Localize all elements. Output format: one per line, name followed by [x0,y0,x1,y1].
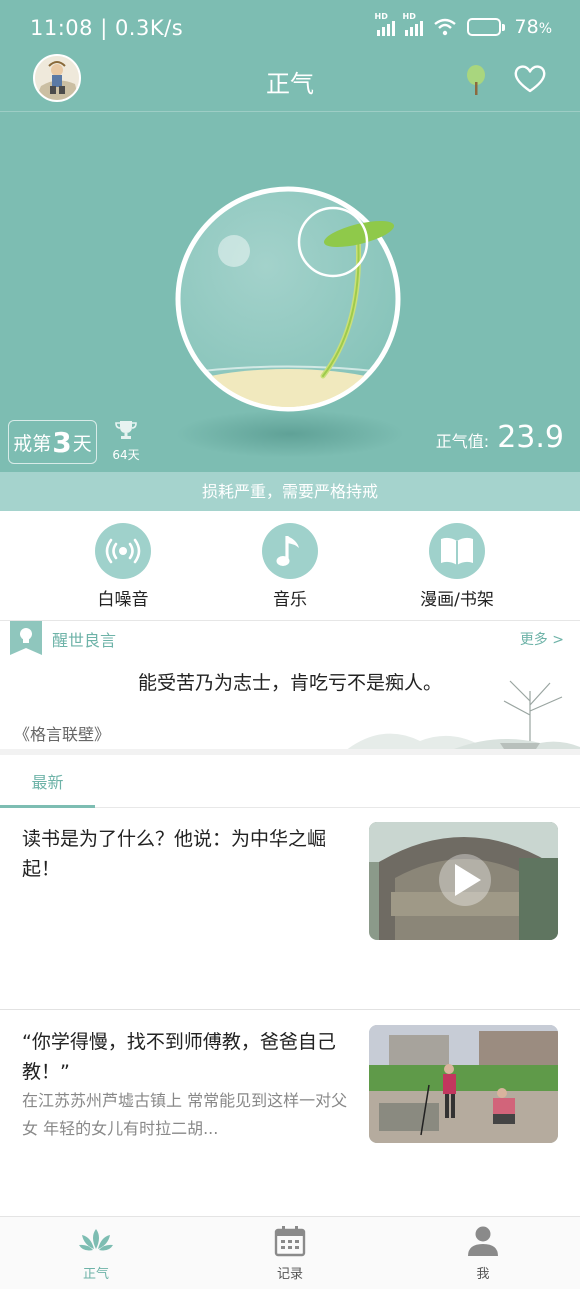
feature-row: 白噪音 音乐 漫画/书架 [0,511,580,621]
nav-label: 我 [476,1267,490,1282]
ink-landscape-illustration [347,680,580,749]
nav-item-zhengqi[interactable]: 正气 [46,1225,146,1282]
article-title: “你学得慢，找不到师傅教，爸爸自己教！” [22,1031,336,1083]
tree-icon[interactable] [464,64,488,96]
content-tabs: 最新 [0,761,580,808]
quote-more-link[interactable]: 更多 > [520,629,564,649]
score-display: 正气值: 23.9 [436,420,564,455]
feature-white-noise[interactable]: 白噪音 [63,523,183,610]
article-summary: 在江苏苏州芦墟古镇上 常常能见到这样一对父女 年轻的女儿有时拉二胡... [22,1091,348,1138]
best-record-days: 64天 [112,448,140,462]
radio-wave-icon [105,538,141,564]
best-record[interactable]: 64天 [110,420,142,463]
warning-banner: 损耗严重，需要严格持戒 [0,472,580,511]
quote-card[interactable]: 醒世良言 更多 > 能受苦乃为志士，肯吃亏不是痴人。 《格言联壁》 [0,621,580,755]
page-title: 正气 [266,70,314,98]
score-label: 正气值: [435,432,490,451]
calendar-icon [274,1226,306,1257]
status-icons: HD HD 78% [375,12,553,38]
heart-icon[interactable] [513,64,547,94]
nav-item-me[interactable]: 我 [433,1225,533,1282]
tab-latest[interactable]: 最新 [0,761,95,808]
wifi-icon [433,18,456,36]
header-area: 11:08 | 0.3K/s HD HD 78% 正气 戒第 3 天 64天 正… [0,0,580,472]
quote-section-title: 醒世良言 [52,631,117,650]
battery-icon [466,18,505,36]
status-bar: 11:08 | 0.3K/s HD HD 78% [0,0,580,54]
signal-icon-2: HD [403,12,423,36]
user-icon [468,1226,498,1256]
signal-icon: HD [375,12,395,36]
lotus-icon [79,1229,113,1251]
article-video-thumbnail[interactable] [369,822,558,940]
article-thumbnail[interactable] [369,1025,558,1143]
bubble-shadow [175,410,405,458]
feature-music[interactable]: 音乐 [230,523,350,610]
sprout-bubble-illustration[interactable] [173,184,403,414]
music-note-icon [276,536,299,566]
status-time: 11:08 | 0.3K/s [30,16,184,40]
article-item[interactable]: “你学得慢，找不到师傅教，爸爸自己教！” 在江苏苏州芦墟古镇上 常常能见到这样一… [0,1011,580,1216]
bottom-navigation: 正气 记录 我 [0,1216,580,1289]
article-item[interactable]: 读书是为了什么？他说：为中华之崛起！ [0,808,580,1010]
nav-item-records[interactable]: 记录 [240,1225,340,1282]
score-value: 23.9 [497,420,564,455]
quote-source: 《格言联壁》 [14,725,111,744]
app-bar: 正气 [0,54,580,112]
nav-label: 正气 [82,1267,109,1282]
lightbulb-icon [10,621,42,655]
abstinence-streak-badge: 戒第 3 天 [8,420,97,464]
trophy-icon [115,421,137,439]
article-title: 读书是为了什么？他说：为中华之崛起！ [22,828,327,880]
feature-comics-bookshelf[interactable]: 漫画/书架 [397,523,517,610]
battery-percent: 78% [514,16,553,38]
book-icon [441,537,473,565]
nav-label: 记录 [276,1267,303,1282]
